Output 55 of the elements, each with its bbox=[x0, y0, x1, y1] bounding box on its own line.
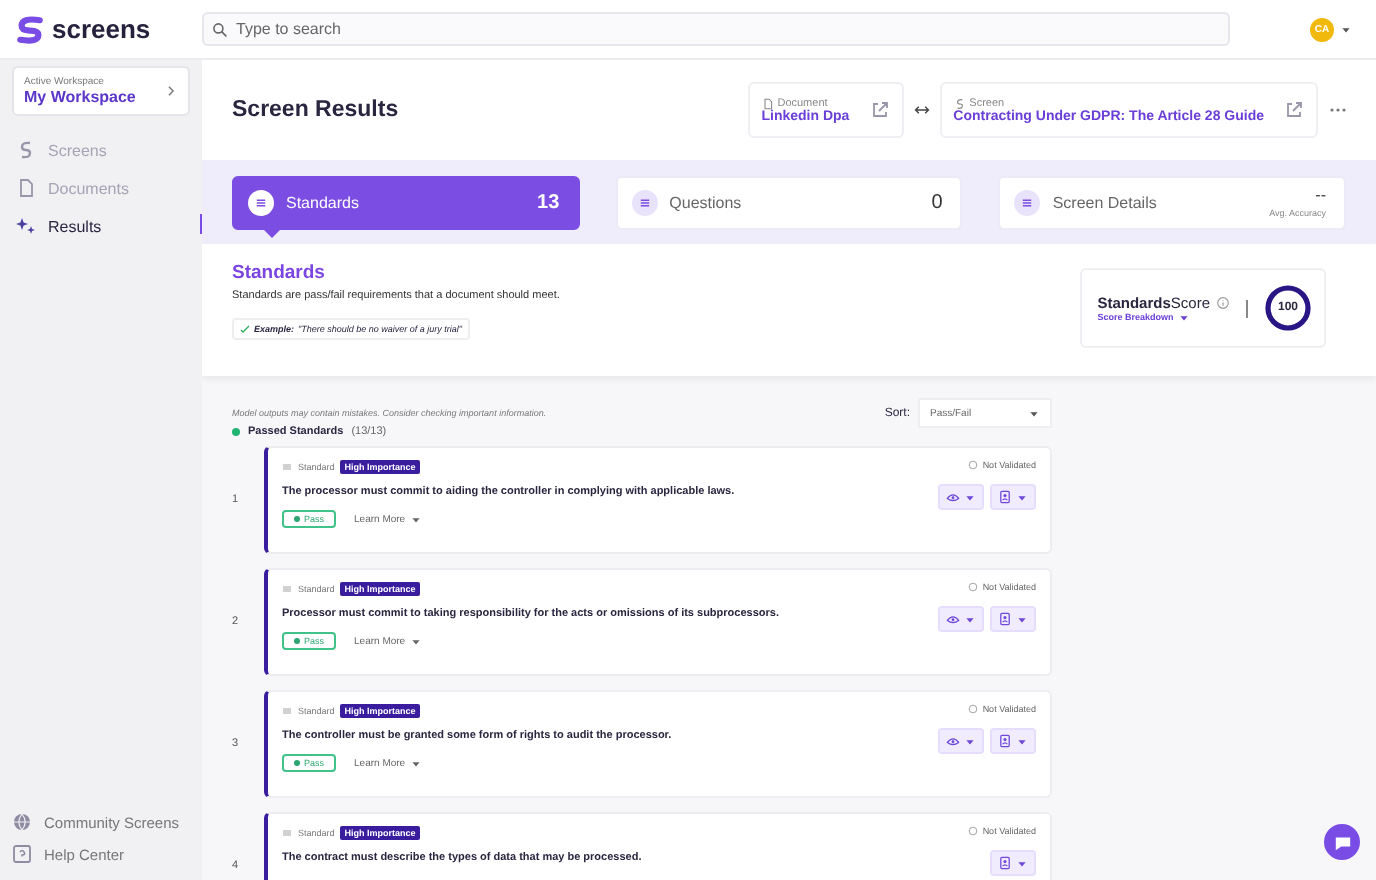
chat-icon bbox=[1333, 833, 1351, 851]
reviewer-menu-button[interactable] bbox=[990, 850, 1036, 876]
info-icon[interactable] bbox=[1216, 295, 1230, 309]
search-field[interactable]: Type to search bbox=[202, 12, 1230, 46]
caret-icon bbox=[409, 757, 422, 769]
tab-count: 13 bbox=[537, 192, 560, 214]
view-menu-button[interactable] bbox=[938, 484, 984, 510]
caret-icon bbox=[964, 735, 976, 747]
reviewer-menu-button[interactable] bbox=[990, 484, 1036, 510]
result-tab[interactable]: Questions 0 bbox=[615, 176, 963, 230]
caret-icon bbox=[1177, 311, 1190, 323]
caret-icon bbox=[1016, 613, 1028, 625]
globe-icon bbox=[12, 812, 32, 832]
caret-icon bbox=[1016, 735, 1028, 747]
sparkle-icon bbox=[16, 216, 36, 236]
reviewer-menu-button[interactable] bbox=[990, 728, 1036, 754]
caret-icon bbox=[964, 613, 976, 625]
tab-count: 0 bbox=[931, 192, 943, 214]
section-title: Standards bbox=[232, 262, 327, 284]
report-icon bbox=[998, 612, 1012, 626]
logo-icon bbox=[16, 15, 44, 43]
caret-icon bbox=[1016, 857, 1028, 869]
eye-icon bbox=[946, 734, 960, 748]
caret-icon bbox=[409, 513, 422, 525]
accuracy-value: -- bbox=[1313, 187, 1326, 203]
document-icon bbox=[761, 97, 774, 109]
report-icon bbox=[998, 490, 1012, 504]
check-icon bbox=[240, 324, 250, 334]
help-icon bbox=[12, 844, 32, 864]
page-title: Screen Results bbox=[232, 98, 401, 122]
reviewer-menu-button[interactable] bbox=[990, 606, 1036, 632]
report-icon bbox=[998, 856, 1012, 870]
caret-icon bbox=[964, 491, 976, 503]
s-logo-icon bbox=[953, 97, 966, 109]
external-link-icon[interactable] bbox=[1284, 100, 1304, 120]
chevron-right-icon bbox=[164, 84, 178, 98]
s-logo-icon bbox=[16, 140, 36, 160]
search-icon bbox=[212, 22, 228, 38]
caret-icon bbox=[1016, 491, 1028, 503]
document-icon bbox=[16, 178, 36, 198]
external-link-icon[interactable] bbox=[869, 100, 890, 120]
tab-label: Standards bbox=[286, 194, 359, 212]
logo-text: screens bbox=[52, 14, 151, 44]
tab-label: Questions bbox=[669, 194, 742, 212]
workspace-name: My Workspace bbox=[24, 88, 136, 106]
tab-label: Screen Details bbox=[1052, 194, 1157, 212]
eye-icon bbox=[946, 612, 960, 626]
caret-icon bbox=[1340, 23, 1352, 35]
view-menu-button[interactable] bbox=[938, 606, 984, 632]
caret-icon bbox=[409, 635, 422, 647]
swap-arrow-icon bbox=[913, 102, 930, 118]
report-icon bbox=[998, 734, 1012, 748]
caret-icon bbox=[1028, 407, 1040, 419]
view-menu-button[interactable] bbox=[938, 728, 984, 754]
eye-icon bbox=[946, 490, 960, 504]
